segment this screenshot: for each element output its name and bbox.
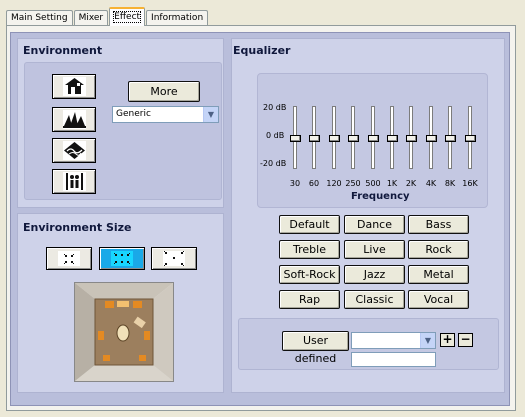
eq-frequency-label: 500	[365, 179, 381, 188]
env-house-button[interactable]	[52, 74, 96, 99]
equalizer-heading: Equalizer	[233, 44, 291, 57]
eq-slider-thumb[interactable]	[445, 135, 456, 142]
room-preview	[74, 282, 174, 382]
eq-slider-thumb[interactable]	[406, 135, 417, 142]
eq-frequency-label: 2K	[405, 179, 417, 188]
add-preset-button[interactable]: +	[440, 333, 455, 347]
db-mid-value: 0	[266, 131, 272, 140]
stone-icon	[63, 141, 86, 160]
size-small-icon	[58, 251, 80, 266]
db-mid-unit: dB	[273, 131, 285, 140]
size-small-button[interactable]	[46, 247, 92, 270]
eq-slider-thumb[interactable]	[368, 135, 379, 142]
preset-soft-rock-button[interactable]: Soft-Rock	[279, 265, 340, 284]
preset-metal-button[interactable]: Metal	[408, 265, 469, 284]
preset-live-button[interactable]: Live	[344, 240, 405, 259]
remove-preset-button[interactable]: −	[458, 333, 473, 347]
environment-preset-select[interactable]: Generic ▼	[112, 106, 219, 123]
db-label-top: 20 dB	[263, 103, 286, 112]
size-medium-icon	[111, 251, 133, 266]
user-defined-button[interactable]: User defined	[282, 331, 349, 365]
db-bottom-value: -20	[260, 159, 274, 168]
tab-effect[interactable]: Effect	[109, 7, 146, 26]
eq-slider-thumb[interactable]	[426, 135, 437, 142]
tab-mixer[interactable]: Mixer	[73, 10, 109, 25]
chevron-down-icon[interactable]: ▼	[203, 107, 218, 122]
frequency-label: Frequency	[351, 191, 410, 202]
eq-slider-thumb[interactable]	[387, 135, 398, 142]
eq-frequency-label: 250	[345, 179, 361, 188]
eq-slider-thumb[interactable]	[309, 135, 320, 142]
eq-slider-thumb[interactable]	[329, 135, 340, 142]
preset-bass-button[interactable]: Bass	[408, 215, 469, 234]
eq-frequency-label: 4K	[425, 179, 437, 188]
more-options-button[interactable]: More options	[128, 81, 200, 117]
eq-frequency-label: 30	[289, 179, 301, 188]
size-medium-button[interactable]	[99, 247, 145, 270]
opera-house-icon	[63, 110, 86, 129]
env-stone-button[interactable]	[52, 138, 96, 163]
env-opera-button[interactable]	[52, 107, 96, 132]
db-label-mid: 0 dB	[266, 131, 284, 140]
eq-frequency-label: 16K	[462, 179, 478, 188]
eq-frequency-label: 60	[308, 179, 320, 188]
preset-dance-button[interactable]: Dance	[344, 215, 405, 234]
room-preview-graphic	[75, 283, 173, 381]
env-bathroom-button[interactable]	[52, 169, 96, 194]
user-preset-select[interactable]: ▼	[351, 332, 436, 349]
environment-size-heading: Environment Size	[23, 221, 132, 234]
preset-rock-button[interactable]: Rock	[408, 240, 469, 259]
tab-main-setting[interactable]: Main Setting	[6, 10, 73, 25]
environment-heading: Environment	[23, 44, 103, 57]
chevron-down-icon[interactable]: ▼	[420, 333, 435, 348]
tab-information[interactable]: Information	[146, 10, 209, 25]
eq-frequency-label: 120	[326, 179, 342, 188]
eq-frequency-label: 8K	[444, 179, 456, 188]
eq-frequency-label: 1K	[386, 179, 398, 188]
preset-treble-button[interactable]: Treble	[279, 240, 340, 259]
preset-classic-button[interactable]: Classic	[344, 290, 405, 309]
preset-default-button[interactable]: Default	[279, 215, 340, 234]
size-large-button[interactable]	[151, 247, 197, 270]
eq-slider-thumb[interactable]	[465, 135, 476, 142]
preset-rap-button[interactable]: Rap	[279, 290, 340, 309]
tab-bar: Main Setting Mixer Effect Information	[6, 7, 209, 26]
eq-slider-thumb[interactable]	[348, 135, 359, 142]
eq-slider-thumb[interactable]	[290, 135, 301, 142]
preset-name-field[interactable]	[351, 352, 436, 367]
db-top-unit: dB	[275, 103, 287, 112]
preset-vocal-button[interactable]: Vocal	[408, 290, 469, 309]
house-icon	[63, 77, 86, 96]
size-large-icon	[163, 251, 185, 266]
db-label-bottom: -20 dB	[260, 159, 286, 168]
environment-preset-value: Generic	[116, 109, 151, 119]
tab-effect-label: Effect	[113, 11, 142, 23]
db-bottom-unit: dB	[275, 159, 287, 168]
bathroom-icon	[63, 172, 86, 191]
db-top-value: 20	[263, 103, 274, 112]
preset-jazz-button[interactable]: Jazz	[344, 265, 405, 284]
